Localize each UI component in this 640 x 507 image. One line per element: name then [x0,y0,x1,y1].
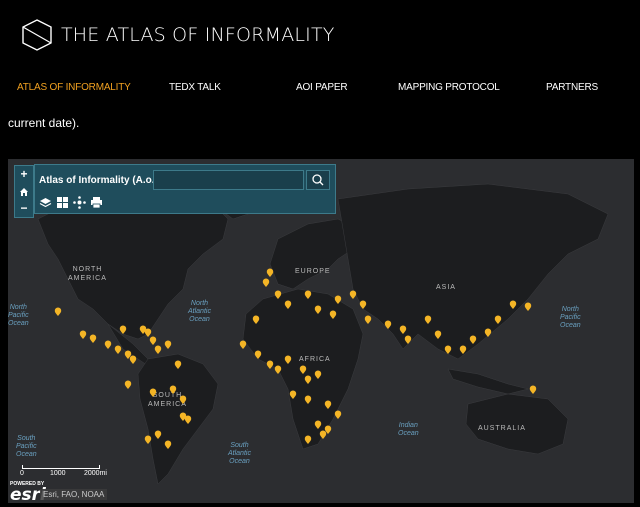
location-marker-icon[interactable] [434,330,442,340]
home-button[interactable] [15,183,33,200]
location-marker-icon[interactable] [274,290,282,299]
zoom-out-button[interactable]: − [15,200,33,217]
location-marker-icon[interactable] [119,325,127,335]
location-marker-icon[interactable] [314,305,322,314]
location-marker-icon[interactable] [54,307,62,316]
location-marker-icon[interactable] [164,340,172,350]
location-marker-icon[interactable] [89,334,97,344]
location-marker-icon[interactable] [469,335,477,345]
location-marker-icon[interactable] [239,340,247,350]
location-marker-icon[interactable] [404,335,412,344]
scale-label-2000: 2000mi [84,470,107,477]
location-marker-icon[interactable] [129,355,137,365]
location-marker-icon[interactable] [314,420,322,429]
location-marker-icon[interactable] [149,336,157,346]
location-marker-icon[interactable] [329,310,337,319]
location-marker-icon[interactable] [324,400,332,409]
nav-mapping-protocol[interactable]: MAPPING PROTOCOL [398,82,500,93]
world-map[interactable]: NORTH AMERICA EUROPE ASIA AFRICA SOUTH AME… [8,159,634,503]
location-marker-icon[interactable] [444,345,452,355]
location-marker-icon[interactable] [252,315,260,325]
map-search-input[interactable] [153,170,304,190]
location-marker-icon[interactable] [284,300,292,309]
location-marker-icon[interactable] [359,300,367,309]
location-marker-icon[interactable] [104,340,112,350]
location-marker-icon[interactable] [509,300,517,310]
home-icon [20,187,28,196]
location-marker-icon[interactable] [349,290,357,299]
search-icon [312,174,324,186]
location-marker-icon[interactable] [144,435,152,445]
location-marker-icon[interactable] [304,375,312,384]
location-marker-icon[interactable] [334,410,342,419]
cube-logo-icon [22,19,52,51]
location-marker-icon[interactable] [364,315,372,324]
site-title[interactable]: THE ATLAS OF INFORMALITY [61,24,335,46]
share-icon[interactable] [73,196,86,209]
main-navigation: ATLAS OF INFORMALITY TEDX TALK AOI PAPER… [0,82,640,96]
map-title: Atlas of Informality (A.o.I) [39,175,161,186]
print-icon[interactable] [90,196,103,209]
location-marker-icon[interactable] [266,360,274,369]
location-marker-icon[interactable] [319,430,327,439]
location-marker-icon[interactable] [304,395,312,404]
location-marker-icon[interactable] [144,328,152,338]
location-marker-icon[interactable] [459,345,467,355]
location-marker-icon[interactable] [399,325,407,334]
scale-label-0: 0 [20,470,24,477]
nav-aoi-paper[interactable]: AOI PAPER [296,82,348,93]
location-marker-icon[interactable] [314,370,322,379]
nav-tedx-talk[interactable]: TEDX TALK [169,82,221,93]
location-marker-icon[interactable] [334,295,342,304]
map-search-button[interactable] [306,170,330,190]
location-marker-icon[interactable] [304,290,312,299]
scale-label-1000: 1000 [50,470,66,477]
map-toolbar: Atlas of Informality (A.o.I) [34,164,336,214]
location-marker-icon[interactable] [529,385,537,395]
location-marker-icon[interactable] [266,268,274,277]
location-marker-icon[interactable] [169,385,177,395]
map-scale-bar: 0 1000 2000mi [20,465,122,479]
location-marker-icon[interactable] [154,345,162,355]
location-marker-icon[interactable] [114,345,122,355]
nav-partners[interactable]: PARTNERS [546,82,598,93]
zoom-in-button[interactable]: + [15,166,33,183]
location-marker-icon[interactable] [154,430,162,440]
location-marker-icon[interactable] [274,365,282,374]
location-marker-icon[interactable] [124,380,132,390]
layers-icon[interactable] [39,196,52,209]
location-marker-icon[interactable] [289,390,297,399]
intro-text: current date). [8,116,80,130]
location-marker-icon[interactable] [149,388,157,398]
location-marker-icon[interactable] [164,440,172,450]
location-marker-icon[interactable] [262,278,270,288]
location-marker-icon[interactable] [304,435,312,444]
map-attribution: Esri, FAO, NOAA [40,489,108,500]
location-marker-icon[interactable] [254,350,262,360]
location-marker-icon[interactable] [79,330,87,340]
location-marker-icon[interactable] [179,395,187,405]
location-marker-icon[interactable] [524,302,532,312]
location-marker-icon[interactable] [299,365,307,374]
basemap-icon[interactable] [56,196,69,209]
location-marker-icon[interactable] [484,328,492,338]
location-marker-icon[interactable] [174,360,182,370]
location-marker-icon[interactable] [494,315,502,325]
zoom-controls: + − [14,165,34,218]
location-marker-icon[interactable] [384,320,392,329]
location-marker-icon[interactable] [424,315,432,325]
nav-atlas-of-informality[interactable]: ATLAS OF INFORMALITY [17,82,131,93]
map-tool-row [39,196,103,210]
location-marker-icon[interactable] [284,355,292,364]
